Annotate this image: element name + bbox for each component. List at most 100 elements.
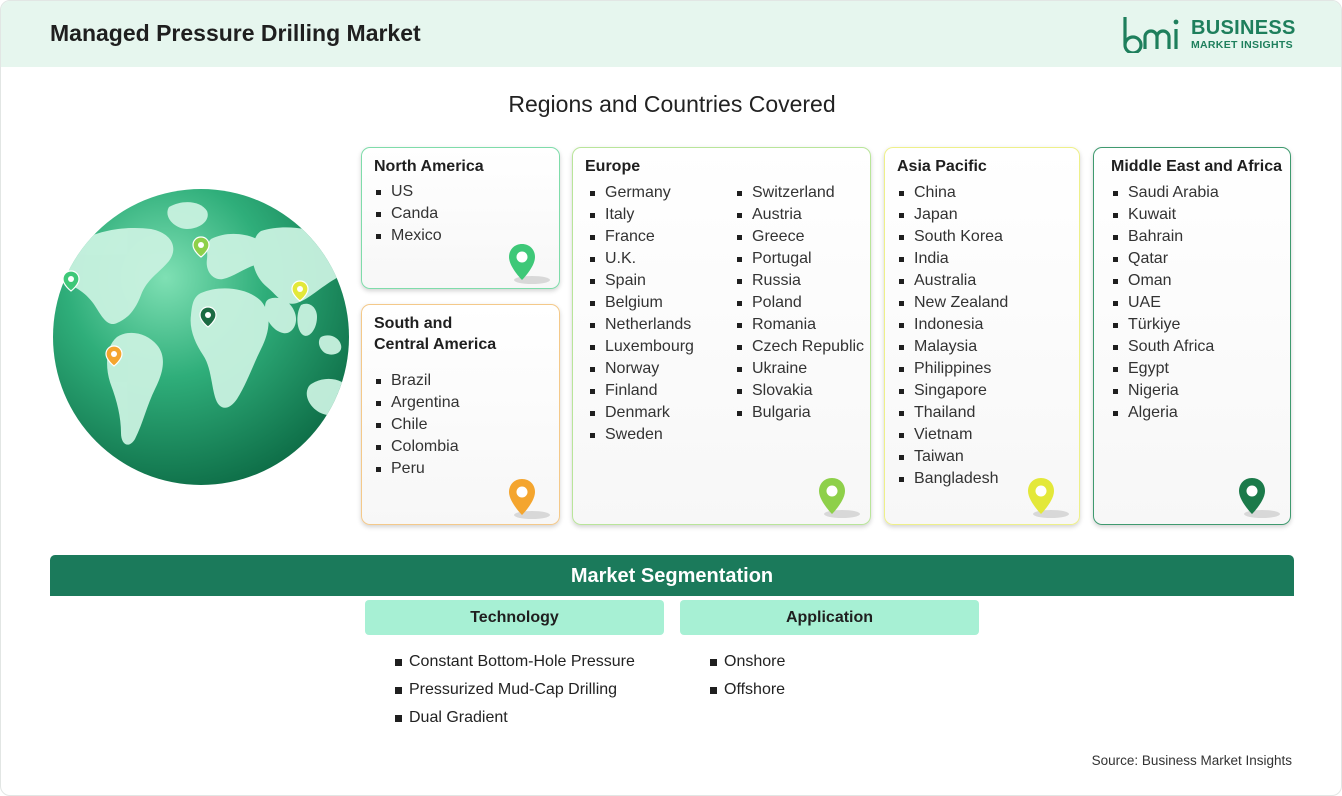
region-card-south-central-america: South and Central America Brazil Argenti… — [361, 304, 560, 525]
list-item: Chile — [374, 414, 460, 436]
segmentation-title: Market Segmentation — [570, 565, 774, 587]
country-list: Brazil Argentina Chile Colombia Peru — [374, 370, 460, 480]
region-card-europe: Europe Germany Italy France U.K. Spain B… — [572, 147, 871, 525]
region-card-north-america: North America US Canda Mexico — [361, 147, 560, 289]
list-item: Qatar — [1111, 248, 1219, 270]
list-item: Netherlands — [588, 314, 694, 336]
region-title: South and Central America — [374, 313, 496, 355]
source-note: Source: Business Market Insights — [1091, 753, 1292, 768]
list-item: Indonesia — [897, 314, 1008, 336]
list-item: Russia — [735, 270, 864, 292]
list-item: Norway — [588, 358, 694, 380]
logo-text-business: BUSINESS — [1191, 17, 1296, 39]
bmi-logo-icon — [1123, 17, 1179, 53]
list-item: Singapore — [897, 380, 1008, 402]
list-item: Portugal — [735, 248, 864, 270]
page-title: Managed Pressure Drilling Market — [50, 20, 421, 46]
list-item: Saudi Arabia — [1111, 182, 1219, 204]
region-title-line2: Central America — [374, 336, 497, 353]
list-item: Sweden — [588, 424, 694, 446]
globe-illustration — [51, 187, 351, 487]
list-item: China — [897, 182, 1008, 204]
list-item: Peru — [374, 458, 460, 480]
list-item: Colombia — [374, 436, 460, 458]
list-item: Canda — [374, 203, 442, 225]
header-bar: Managed Pressure Drilling Market BUSINES… — [1, 1, 1341, 67]
list-item: Philippines — [897, 358, 1008, 380]
region-card-middle-east-africa: Middle East and Africa Saudi Arabia Kuwa… — [1093, 147, 1291, 525]
list-item: U.K. — [588, 248, 694, 270]
list-item: Germany — [588, 182, 694, 204]
segmentation-header: Market Segmentation — [50, 555, 1294, 596]
list-item: Nigeria — [1111, 380, 1219, 402]
list-item: Pressurized Mud-Cap Drilling — [395, 676, 635, 704]
logo-text-market-insights: MARKET INSIGHTS — [1191, 39, 1293, 51]
list-item: Kuwait — [1111, 204, 1219, 226]
company-logo: BUSINESS MARKET INSIGHTS — [1121, 15, 1301, 55]
segment-list-application: Onshore Offshore — [710, 648, 785, 704]
segment-header-technology: Technology — [365, 600, 664, 635]
list-item: Taiwan — [897, 446, 1008, 468]
list-item: Poland — [735, 292, 864, 314]
country-list-col1: Germany Italy France U.K. Spain Belgium … — [588, 182, 694, 446]
region-title: Middle East and Africa — [1111, 158, 1282, 175]
country-list: Saudi Arabia Kuwait Bahrain Qatar Oman U… — [1111, 182, 1219, 424]
list-item: Türkiye — [1111, 314, 1219, 336]
list-item: Constant Bottom-Hole Pressure — [395, 648, 635, 676]
list-item: Austria — [735, 204, 864, 226]
list-item: Mexico — [374, 225, 442, 247]
list-item: Greece — [735, 226, 864, 248]
country-list-col2: Switzerland Austria Greece Portugal Russ… — [735, 182, 864, 424]
list-item: Thailand — [897, 402, 1008, 424]
region-title: North America — [374, 158, 484, 175]
list-item: Bangladesh — [897, 468, 1008, 490]
segment-header-application: Application — [680, 600, 979, 635]
map-pin-icon — [1028, 478, 1069, 518]
region-title: Europe — [585, 158, 641, 175]
list-item: Bulgaria — [735, 402, 864, 424]
globe-icon — [53, 189, 349, 485]
list-item: Czech Republic — [735, 336, 864, 358]
list-item: France — [588, 226, 694, 248]
list-item: Oman — [1111, 270, 1219, 292]
map-pin-icon — [509, 479, 550, 519]
list-item: US — [374, 181, 442, 203]
region-card-asia-pacific: Asia Pacific China Japan South Korea Ind… — [884, 147, 1080, 525]
list-item: Brazil — [374, 370, 460, 392]
list-item: Onshore — [710, 648, 785, 676]
country-list: China Japan South Korea India Australia … — [897, 182, 1008, 490]
list-item: New Zealand — [897, 292, 1008, 314]
list-item: Egypt — [1111, 358, 1219, 380]
list-item: Bahrain — [1111, 226, 1219, 248]
list-item: Luxembourg — [588, 336, 694, 358]
list-item: Argentina — [374, 392, 460, 414]
list-item: Japan — [897, 204, 1008, 226]
list-item: UAE — [1111, 292, 1219, 314]
list-item: South Africa — [1111, 336, 1219, 358]
list-item: Belgium — [588, 292, 694, 314]
map-pin-icon — [1239, 478, 1280, 518]
list-item: Ukraine — [735, 358, 864, 380]
list-item: Italy — [588, 204, 694, 226]
region-title: Asia Pacific — [897, 158, 987, 175]
list-item: Slovakia — [735, 380, 864, 402]
infographic: Managed Pressure Drilling Market BUSINES… — [0, 0, 1342, 796]
region-title-line1: South and — [374, 315, 453, 332]
list-item: Denmark — [588, 402, 694, 424]
list-item: Algeria — [1111, 402, 1219, 424]
map-pin-icon — [819, 478, 860, 518]
list-item: India — [897, 248, 1008, 270]
list-item: Vietnam — [897, 424, 1008, 446]
regions-title: Regions and Countries Covered — [508, 91, 836, 117]
list-item: Dual Gradient — [395, 704, 635, 732]
list-item: Malaysia — [897, 336, 1008, 358]
list-item: Romania — [735, 314, 864, 336]
list-item: Finland — [588, 380, 694, 402]
list-item: Australia — [897, 270, 1008, 292]
map-pin-icon — [509, 244, 550, 284]
country-list: US Canda Mexico — [374, 181, 442, 247]
list-item: Spain — [588, 270, 694, 292]
segment-list-technology: Constant Bottom-Hole Pressure Pressurize… — [395, 648, 635, 732]
list-item: Switzerland — [735, 182, 864, 204]
list-item: Offshore — [710, 676, 785, 704]
